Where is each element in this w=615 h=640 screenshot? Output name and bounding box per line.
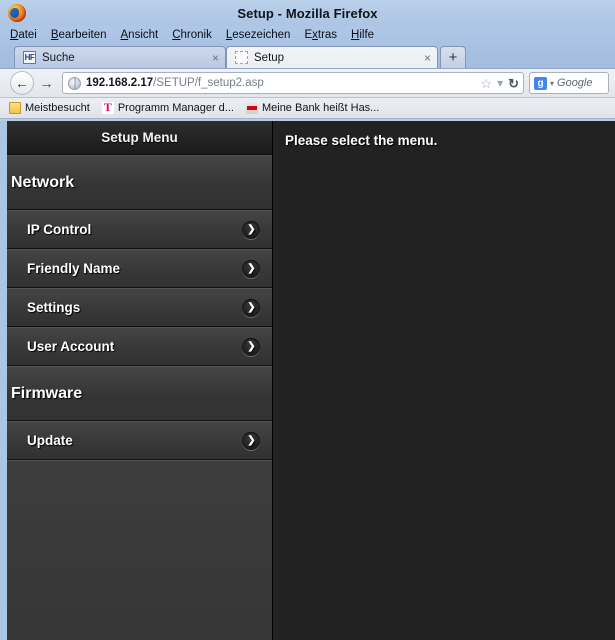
menu-lesezeichen[interactable]: Lesezeichen xyxy=(226,26,291,44)
window-left-edge xyxy=(0,121,7,640)
chevron-right-icon: ❯ xyxy=(242,220,260,239)
content-area: Please select the menu. xyxy=(273,121,615,640)
chevron-right-icon: ❯ xyxy=(242,259,260,278)
sidebar-item-update[interactable]: Update ❯ xyxy=(7,421,272,460)
chevron-right-icon: ❯ xyxy=(242,298,260,317)
menu-chronik-label: hronik xyxy=(180,29,212,41)
tab-suche-close-icon[interactable]: × xyxy=(208,52,219,64)
menu-ansicht[interactable]: Ansicht xyxy=(121,26,159,44)
address-bar[interactable]: 192.168.2.17/SETUP/f_setup2.asp ☆ ▾ ↻ xyxy=(62,72,524,94)
chevron-right-icon: ❯ xyxy=(242,337,260,356)
menu-datei[interactable]: Datei xyxy=(10,26,37,44)
tab-suche[interactable]: HF Suche × xyxy=(14,46,226,68)
sidebar-item-user-account[interactable]: User Account ❯ xyxy=(7,327,272,366)
bank-icon xyxy=(245,102,258,114)
sidebar-empty-area xyxy=(7,460,272,640)
menu-lesezeichen-label: esezeichen xyxy=(232,29,291,41)
window-title: Setup - Mozilla Firefox xyxy=(237,5,378,21)
menu-chronik[interactable]: Chronik xyxy=(172,26,212,44)
bookmarks-toolbar: Meistbesucht T Programm Manager d... Mei… xyxy=(0,98,615,119)
menu-ansicht-label: nsicht xyxy=(128,29,159,41)
chevron-right-icon: ❯ xyxy=(242,431,260,450)
menu-extras-label: tras xyxy=(317,29,338,41)
section-header-network: Network xyxy=(7,155,272,210)
firefox-logo-icon xyxy=(8,4,26,22)
sidebar-item-friendly-name[interactable]: Friendly Name ❯ xyxy=(7,249,272,288)
setup-menu-header: Setup Menu xyxy=(7,121,272,155)
menu-extras[interactable]: Extras xyxy=(304,26,337,44)
bookmark-meine-bank-label: Meine Bank heißt Has... xyxy=(261,102,380,114)
url-text: 192.168.2.17/SETUP/f_setup2.asp xyxy=(86,77,475,89)
tab-setup[interactable]: Setup × xyxy=(226,46,438,68)
menu-bearbeiten[interactable]: Bearbeiten xyxy=(51,26,107,44)
url-host: 192.168.2.17 xyxy=(86,77,154,89)
search-input-placeholder[interactable]: Google xyxy=(557,77,592,89)
browser-window: Setup - Mozilla Firefox Datei Bearbeiten… xyxy=(0,0,615,640)
sidebar-item-ip-control-label: IP Control xyxy=(27,222,92,237)
bookmark-programm-manager-label: Programm Manager d... xyxy=(117,102,234,114)
menu-hilfe[interactable]: Hilfe xyxy=(351,26,374,44)
new-tab-button[interactable]: + xyxy=(440,46,466,68)
sidebar-item-update-label: Update xyxy=(27,433,73,448)
setup-menu-sidebar: Setup Menu Network IP Control ❯ Friendly… xyxy=(7,121,273,640)
menu-datei-label: atei xyxy=(18,29,37,41)
tab-suche-label: Suche xyxy=(42,51,75,64)
section-header-firmware: Firmware xyxy=(7,366,272,421)
sidebar-item-settings-label: Settings xyxy=(27,300,81,315)
hf-favicon-icon: HF xyxy=(23,51,36,64)
tab-setup-close-icon[interactable]: × xyxy=(420,52,431,64)
bookmark-meistbesucht[interactable]: Meistbesucht xyxy=(9,102,90,114)
tab-setup-label: Setup xyxy=(254,51,285,64)
title-bar: Setup - Mozilla Firefox xyxy=(0,0,615,26)
bookmark-meistbesucht-label: Meistbesucht xyxy=(25,102,90,114)
sidebar-item-settings[interactable]: Settings ❯ xyxy=(7,288,272,327)
chevron-down-icon[interactable]: ▾ xyxy=(497,77,503,89)
menu-bearbeiten-label: earbeiten xyxy=(58,29,107,41)
folder-icon xyxy=(9,102,21,114)
url-path: /SETUP/f_setup2.asp xyxy=(153,77,264,89)
blank-favicon-icon xyxy=(235,51,248,64)
bookmark-programm-manager[interactable]: T Programm Manager d... xyxy=(101,100,234,114)
page-viewport: Setup Menu Network IP Control ❯ Friendly… xyxy=(0,121,615,640)
menu-bar: Datei Bearbeiten Ansicht Chronik Lesezei… xyxy=(0,26,615,44)
back-arrow-icon[interactable]: ← xyxy=(10,71,34,95)
reload-icon[interactable]: ↻ xyxy=(508,77,519,90)
sidebar-item-ip-control[interactable]: IP Control ❯ xyxy=(7,210,272,249)
google-icon[interactable]: g xyxy=(534,76,547,90)
search-engine-chevron-icon[interactable]: ▾ xyxy=(550,79,554,88)
telekom-icon: T xyxy=(101,100,114,114)
sidebar-item-user-account-label: User Account xyxy=(27,339,115,354)
tab-strip: HF Suche × Setup × + xyxy=(0,44,615,68)
bookmark-star-icon[interactable]: ☆ xyxy=(480,77,492,90)
sidebar-item-friendly-name-label: Friendly Name xyxy=(27,261,121,276)
forward-arrow-icon[interactable]: → xyxy=(36,73,57,94)
bookmark-meine-bank[interactable]: Meine Bank heißt Has... xyxy=(245,102,380,114)
globe-icon xyxy=(68,76,81,90)
navigation-toolbar: ← → 192.168.2.17/SETUP/f_setup2.asp ☆ ▾ … xyxy=(0,68,615,98)
menu-hilfe-label: ilfe xyxy=(359,29,375,41)
search-bar[interactable]: g ▾ Google xyxy=(529,72,609,94)
content-message: Please select the menu. xyxy=(285,133,438,148)
